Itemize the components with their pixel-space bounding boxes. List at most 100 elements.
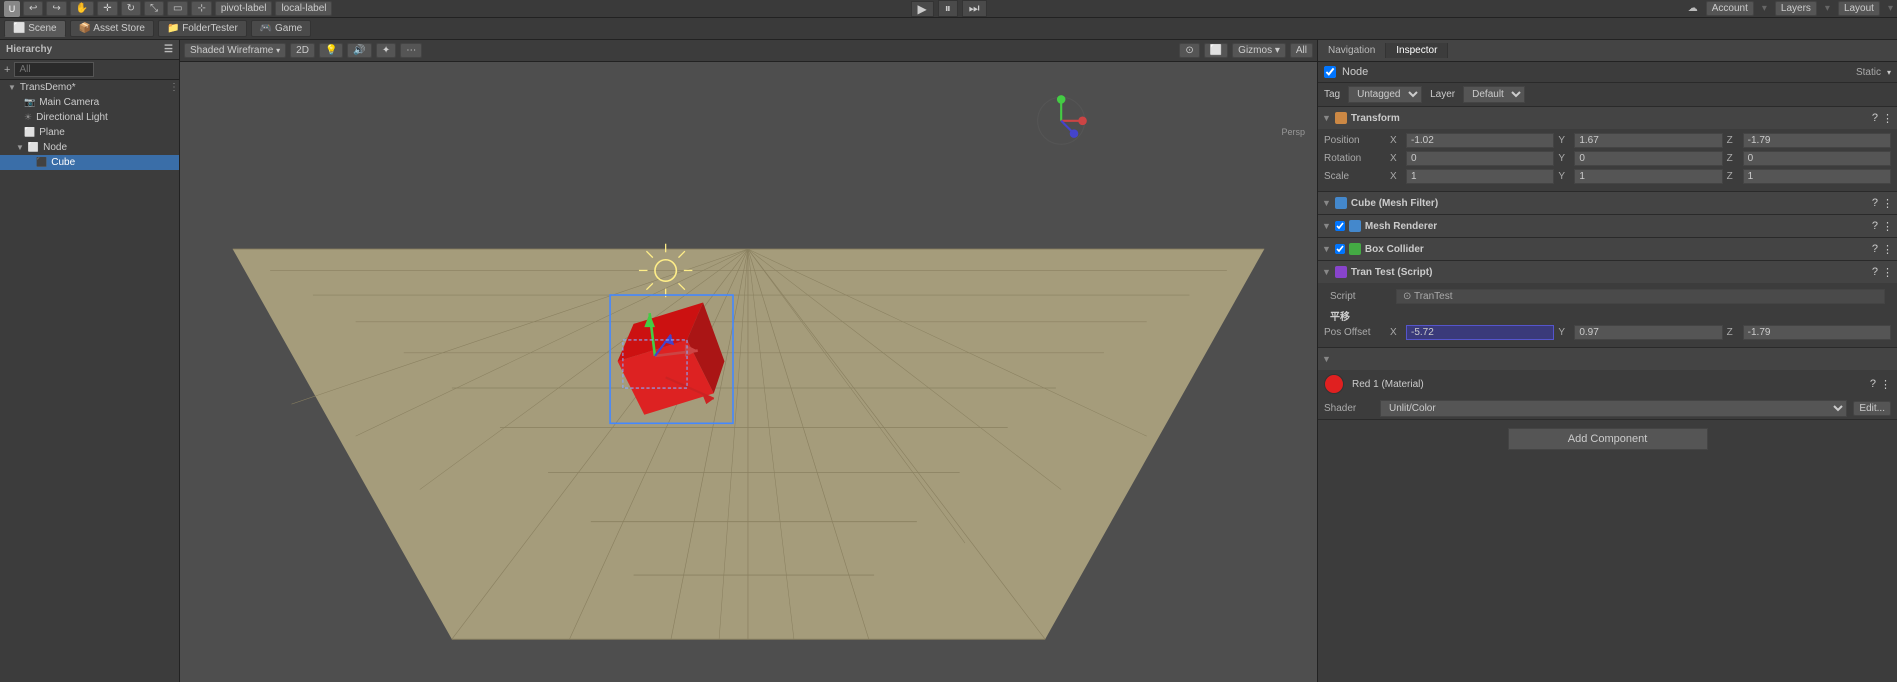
- shading-dropdown[interactable]: Shaded Wireframe ▾: [184, 43, 286, 58]
- hierarchy-root[interactable]: ▼ TransDemo* ⋮: [0, 80, 179, 95]
- pos-y-input[interactable]: [1574, 133, 1722, 148]
- hierarchy-panel: Hierarchy ☰ + ▼ TransDemo* ⋮ 📷 Main Came…: [0, 40, 180, 682]
- hierarchy-item-plane[interactable]: ⬜ Plane: [0, 125, 179, 140]
- scene-options-btn[interactable]: ⋯: [400, 43, 422, 58]
- mesh-renderer-menu-icon[interactable]: ⋮: [1882, 220, 1893, 233]
- pos-x-input[interactable]: [1406, 133, 1554, 148]
- pivot-btn[interactable]: pivot-label: [215, 1, 273, 16]
- node-active-checkbox[interactable]: [1324, 66, 1336, 78]
- pause-button[interactable]: ⏸: [938, 0, 958, 17]
- offset-x-input[interactable]: [1406, 325, 1554, 340]
- tag-dropdown[interactable]: Untagged: [1348, 86, 1422, 103]
- pos-z-input[interactable]: [1743, 133, 1891, 148]
- static-dropdown-arrow[interactable]: ▾: [1887, 68, 1891, 77]
- scene-canvas[interactable]: Persp: [180, 62, 1317, 682]
- hierarchy-item-cube[interactable]: ⬛ Cube: [0, 155, 179, 170]
- tab-inspector[interactable]: Inspector: [1386, 43, 1448, 58]
- aspect-btn[interactable]: ⬜: [1204, 43, 1228, 58]
- box-collider-menu-icon[interactable]: ⋮: [1882, 243, 1893, 256]
- hierarchy-search[interactable]: [14, 62, 94, 77]
- gizmos-btn[interactable]: Gizmos ▾: [1232, 43, 1286, 58]
- tab-navigation[interactable]: Navigation: [1318, 43, 1386, 58]
- add-component-btn[interactable]: Add Component: [1508, 428, 1708, 450]
- scale-row: Scale X Y Z: [1324, 169, 1891, 184]
- mesh-renderer-icons: ? ⋮: [1872, 220, 1893, 233]
- rotate-tool[interactable]: ↻: [121, 1, 141, 16]
- material-header[interactable]: ▼: [1318, 348, 1897, 370]
- box-collider-help-icon[interactable]: ?: [1872, 243, 1878, 255]
- rot-x-input[interactable]: [1406, 151, 1554, 166]
- layer-dropdown[interactable]: Default: [1463, 86, 1525, 103]
- local-btn[interactable]: local-label: [275, 1, 332, 16]
- transform-tool[interactable]: ⊹: [191, 1, 211, 16]
- script-value: ⊙ TranTest: [1396, 289, 1885, 304]
- tran-test-arrow: ▼: [1322, 267, 1331, 277]
- redo-btn[interactable]: ↪: [46, 1, 66, 16]
- lighting-btn[interactable]: 💡: [319, 43, 343, 58]
- tab-scene[interactable]: ⬜ Scene: [4, 20, 66, 37]
- tab-asset-store[interactable]: 📦 Asset Store: [70, 20, 154, 37]
- shader-dropdown[interactable]: Unlit/Color: [1380, 400, 1847, 417]
- rot-y-input[interactable]: [1574, 151, 1722, 166]
- hierarchy-item-directional-light[interactable]: ☀ Directional Light: [0, 110, 179, 125]
- play-button[interactable]: ▶: [910, 1, 933, 17]
- material-help-icon[interactable]: ?: [1870, 378, 1876, 390]
- scale-tool[interactable]: ⤡: [144, 1, 164, 16]
- mesh-renderer-title: Mesh Renderer: [1365, 221, 1868, 232]
- box-collider-icons: ? ⋮: [1872, 243, 1893, 256]
- isolate-btn[interactable]: ⊙: [1179, 43, 1199, 58]
- hierarchy-item-main-camera[interactable]: 📷 Main Camera: [0, 95, 179, 110]
- scale-x-input[interactable]: [1406, 169, 1554, 184]
- hierarchy-item-node[interactable]: ▼ ⬜ Node: [0, 140, 179, 155]
- layers-btn[interactable]: Layers: [1775, 1, 1817, 16]
- all-btn[interactable]: All: [1290, 43, 1313, 58]
- tab-game[interactable]: 🎮 Game: [251, 20, 311, 37]
- undo-btn[interactable]: ↩: [23, 1, 43, 16]
- transform-menu-icon[interactable]: ⋮: [1882, 112, 1893, 125]
- material-component: ▼ Red 1 (Material) ? ⋮ Shader Unlit/Colo…: [1318, 348, 1897, 420]
- layer-label: Layer: [1430, 89, 1455, 100]
- 2d-btn[interactable]: 2D: [290, 43, 315, 58]
- box-collider-title: Box Collider: [1365, 244, 1868, 255]
- mesh-renderer-header[interactable]: ▼ Mesh Renderer ? ⋮: [1318, 215, 1897, 237]
- hand-tool[interactable]: ✋: [70, 1, 94, 16]
- transform-help-icon[interactable]: ?: [1872, 112, 1878, 124]
- scale-z-input[interactable]: [1743, 169, 1891, 184]
- layout-btn[interactable]: Layout: [1838, 1, 1880, 16]
- mesh-filter-header[interactable]: ▼ Cube (Mesh Filter) ? ⋮: [1318, 192, 1897, 214]
- hierarchy-add-icon[interactable]: +: [4, 64, 10, 76]
- transform-header[interactable]: ▼ Transform ? ⋮: [1318, 107, 1897, 129]
- scale-y-input[interactable]: [1574, 169, 1722, 184]
- tran-test-help-icon[interactable]: ?: [1872, 266, 1878, 278]
- account-btn[interactable]: Account: [1706, 1, 1754, 16]
- second-toolbar: ⬜ Scene 📦 Asset Store 📁 FolderTester 🎮 G…: [0, 18, 1897, 40]
- mesh-filter-menu-icon[interactable]: ⋮: [1882, 197, 1893, 210]
- expand-icon: ▼: [8, 83, 16, 92]
- inspector-node-name: Node: [1342, 66, 1850, 78]
- box-collider-header[interactable]: ▼ Box Collider ? ⋮: [1318, 238, 1897, 260]
- inspector-panel: Navigation Inspector Node Static ▾ Tag U…: [1317, 40, 1897, 682]
- rot-z-input[interactable]: [1743, 151, 1891, 166]
- offset-y-input[interactable]: [1574, 325, 1722, 340]
- mesh-renderer-help-icon[interactable]: ?: [1872, 220, 1878, 232]
- box-collider-checkbox[interactable]: [1335, 244, 1345, 254]
- audio-btn[interactable]: 🔊: [347, 43, 371, 58]
- shader-edit-btn[interactable]: Edit...: [1853, 401, 1891, 416]
- mesh-filter-help-icon[interactable]: ?: [1872, 197, 1878, 209]
- tran-test-menu-icon[interactable]: ⋮: [1882, 266, 1893, 279]
- move-tool[interactable]: ✛: [97, 1, 117, 16]
- tran-test-header[interactable]: ▼ Tran Test (Script) ? ⋮: [1318, 261, 1897, 283]
- scene-toolbar: Shaded Wireframe ▾ 2D 💡 🔊 ✦ ⋯ ⊙ ⬜ Gizmos…: [180, 40, 1317, 62]
- position-row: Position X Y Z: [1324, 133, 1891, 148]
- mesh-renderer-checkbox[interactable]: [1335, 221, 1345, 231]
- step-button[interactable]: ⏭: [962, 0, 987, 17]
- rect-tool[interactable]: ▭: [167, 1, 188, 16]
- material-menu-icon[interactable]: ⋮: [1880, 378, 1891, 391]
- fx-btn[interactable]: ✦: [376, 43, 396, 58]
- offset-z-input[interactable]: [1743, 325, 1891, 340]
- pos-offset-row: Pos Offset X Y Z: [1324, 325, 1891, 340]
- rotation-label: Rotation: [1324, 153, 1384, 164]
- tab-folder-tester[interactable]: 📁 FolderTester: [158, 20, 247, 37]
- hierarchy-root-menu[interactable]: ⋮: [169, 82, 179, 93]
- hierarchy-menu-icon[interactable]: ☰: [164, 44, 173, 55]
